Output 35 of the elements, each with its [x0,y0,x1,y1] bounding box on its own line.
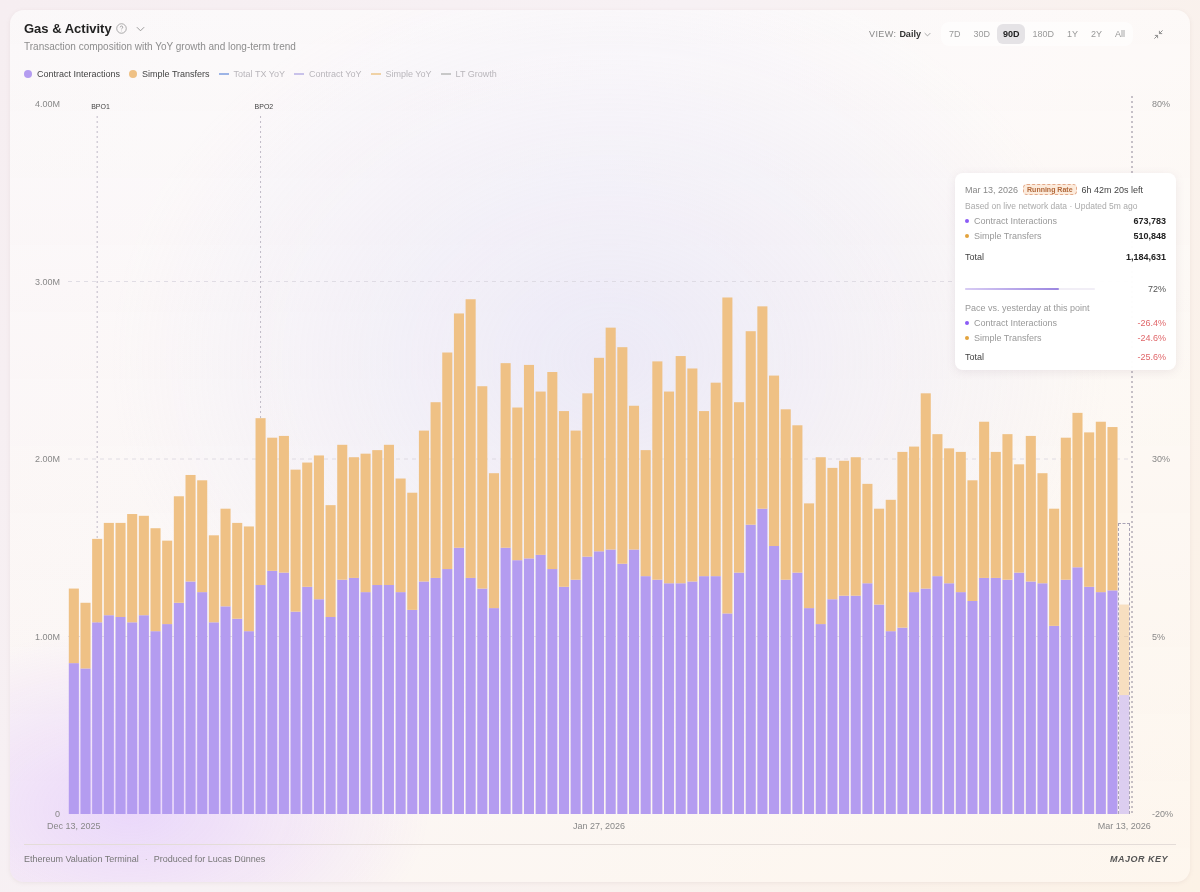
axis-label: Jan 27, 2026 [573,821,625,831]
axis-label: 0 [55,809,60,819]
total-label: Total [965,352,984,362]
series-label: Contract Interactions [974,318,1058,328]
tooltip-note: Based on live network data · Updated 5m ago [965,201,1139,211]
axis-label: Mar 13, 2026 [1097,821,1151,831]
panel-title: Gas & Activity [24,21,112,36]
total-label: Total [965,252,984,262]
axis-label: 30% [1152,454,1170,464]
series-value: -26.4% [1137,318,1166,328]
axis-label: 5% [1152,631,1165,642]
progress-reading: 72% [1148,284,1166,294]
axis-label: 80% [1152,99,1170,109]
series-value: 510,848 [1133,231,1166,241]
footer-text: Produced for Lucas Dünnes [153,854,266,864]
panel-subtitle: Transaction composition with YoY growth and long-term trend [24,41,296,52]
tooltip-date: Mar 13, 2026 [965,184,1019,195]
series-label: Simple Transfers [974,333,1042,343]
total-value: -25.6% [1137,352,1166,362]
axis-label: 3.00M [35,276,60,287]
time-left-text: 6h 42m 20s left [1081,184,1144,195]
footer-text: Ethereum Valuation Terminal [24,854,139,864]
axis-label: 2.00M [35,454,60,464]
axis-label: -20% [1152,809,1173,819]
series-label: Contract Interactions [974,216,1058,226]
axis-label: 1.00M [35,631,60,642]
axis-label: 4.00M [35,99,60,109]
logo-text: MAJOR KEY [1110,854,1168,864]
axis-label: Dec 13, 2025 [47,821,101,831]
series-value: 673,783 [1133,216,1166,226]
series-label: Simple Transfers [974,231,1042,241]
series-value: -24.6% [1137,333,1166,343]
section-heading: Pace vs. yesterday at this point [965,303,1091,313]
separator-dot: · [144,854,148,864]
total-value: 1,184,631 [1125,252,1166,262]
